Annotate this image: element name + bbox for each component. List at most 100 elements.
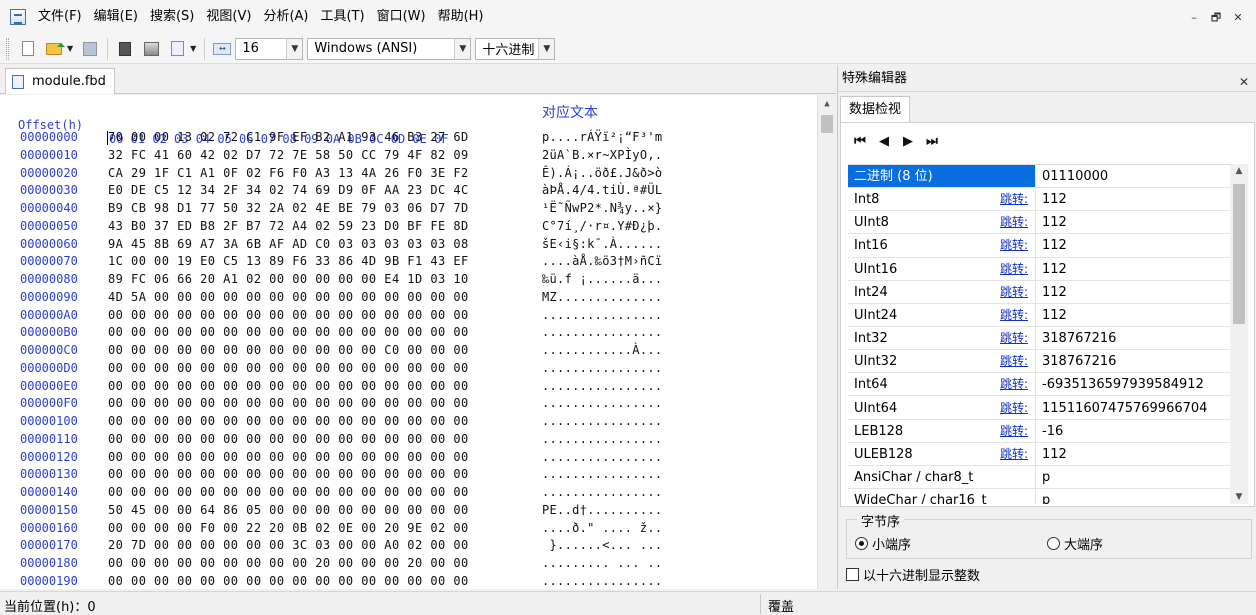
inspector-row[interactable]: 二进制 (8 位) 01110000 xyxy=(848,165,1230,189)
row-bytes[interactable]: 1C 00 00 19 E0 C5 13 89 F6 33 86 4D 9B F… xyxy=(108,253,469,271)
jump-link[interactable]: 跳转: xyxy=(1000,420,1036,442)
hex-row[interactable]: 000000C0 00 00 00 00 00 00 00 00 00 00 00… xyxy=(0,342,815,360)
inspector-row[interactable]: LEB128 跳转: -16 xyxy=(848,419,1230,443)
row-text[interactable]: ................ xyxy=(542,573,662,589)
menu-file[interactable]: 文件(F) xyxy=(32,0,88,34)
last-icon[interactable]: ⏭ xyxy=(923,133,941,151)
offset-base-select[interactable]: 十六进制 ▼ xyxy=(475,37,556,60)
inspector-row[interactable]: UInt64 跳转: 11511607475769966704 xyxy=(848,396,1230,420)
hex-row[interactable]: 000000D0 00 00 00 00 00 00 00 00 00 00 00… xyxy=(0,360,815,378)
scroll-thumb[interactable] xyxy=(1233,184,1245,324)
row-text[interactable]: p....rÁŸï²¡“F³'m xyxy=(542,129,662,147)
hex-integer-checkbox[interactable]: 以十六进制显示整数 xyxy=(846,565,980,584)
row-text[interactable]: ................ xyxy=(542,324,662,342)
row-text[interactable]: ................ xyxy=(542,431,662,449)
jump-link[interactable]: 跳转: xyxy=(1000,443,1036,465)
tab-module-fbd[interactable]: module.fbd xyxy=(5,68,115,94)
hex-row[interactable]: 00000190 00 00 00 00 00 00 00 00 00 00 00… xyxy=(0,573,815,589)
jump-link[interactable]: 跳转: xyxy=(1000,327,1036,349)
hex-row[interactable]: 00000090 4D 5A 00 00 00 00 00 00 00 00 00… xyxy=(0,289,815,307)
first-icon[interactable]: ⏮ xyxy=(851,133,869,151)
hex-row[interactable]: 00000080 89 FC 06 66 20 A1 02 00 00 00 00… xyxy=(0,271,815,289)
row-text[interactable]: C°7í¸/·r¤.Y#Ð¿þ. xyxy=(542,218,662,236)
row-bytes[interactable]: 00 00 00 00 00 00 00 00 00 00 00 00 00 0… xyxy=(108,484,469,502)
row-text[interactable]: 2üA`B.×r~XPÌyO‚. xyxy=(542,147,662,165)
big-endian-radio[interactable]: 大端序 xyxy=(1047,534,1103,553)
open-dropdown-icon[interactable]: ▼ xyxy=(67,44,73,53)
inspector-value[interactable]: 318767216 xyxy=(1042,350,1116,373)
jump-link[interactable]: 跳转: xyxy=(1000,373,1036,395)
row-bytes[interactable]: CA 29 1F C1 A1 0F 02 F6 F0 A3 13 4A 26 F… xyxy=(108,165,469,183)
copy-button[interactable] xyxy=(141,39,161,59)
paste-dropdown-icon[interactable]: ▼ xyxy=(190,44,196,53)
new-file-button[interactable] xyxy=(18,39,38,59)
row-text[interactable]: ................ xyxy=(542,413,662,431)
inspector-row[interactable]: Int16 跳转: 112 xyxy=(848,234,1230,258)
hex-row[interactable]: 00000100 00 00 00 00 00 00 00 00 00 00 00… xyxy=(0,413,815,431)
row-text[interactable]: ................ xyxy=(542,307,662,325)
row-text[interactable]: šE‹i§:k¯.À...... xyxy=(542,236,662,254)
row-bytes[interactable]: 00 00 00 00 00 00 00 00 00 00 00 00 00 0… xyxy=(108,307,469,325)
inspector-value[interactable]: 112 xyxy=(1042,234,1067,257)
menu-view[interactable]: 视图(V) xyxy=(200,0,257,34)
jump-link[interactable]: 跳转: xyxy=(1000,350,1036,372)
hex-row[interactable]: 000000B0 00 00 00 00 00 00 00 00 00 00 00… xyxy=(0,324,815,342)
row-text[interactable]: ................ xyxy=(542,466,662,484)
inspector-row[interactable]: UInt32 跳转: 318767216 xyxy=(848,350,1230,374)
inspector-value[interactable]: 112 xyxy=(1042,281,1067,304)
chevron-down-icon[interactable]: ▼ xyxy=(454,38,471,59)
inspector-row[interactable]: UInt8 跳转: 112 xyxy=(848,211,1230,235)
encoding-select[interactable]: Windows (ANSI) ▼ xyxy=(307,37,472,60)
row-bytes[interactable]: E0 DE C5 12 34 2F 34 02 74 69 D9 0F AA 2… xyxy=(108,182,469,200)
inspector-row[interactable]: Int64 跳转: -6935136597939584912 xyxy=(848,373,1230,397)
scroll-thumb[interactable] xyxy=(821,115,833,133)
inspector-value[interactable]: 112 xyxy=(1042,211,1067,234)
inspector-row[interactable]: UInt24 跳转: 112 xyxy=(848,303,1230,328)
close-icon[interactable]: ✕ xyxy=(1230,10,1246,26)
row-text[interactable]: ................ xyxy=(542,484,662,502)
menu-edit[interactable]: 编辑(E) xyxy=(88,0,144,34)
minimize-icon[interactable]: – xyxy=(1186,10,1202,26)
row-text[interactable]: àÞÅ.4/4.tiÙ.ª#ÜL xyxy=(542,182,662,200)
row-bytes[interactable]: B9 CB 98 D1 77 50 32 2A 02 4E BE 79 03 0… xyxy=(108,200,469,218)
inspector-scrollbar[interactable]: ▲ ▼ xyxy=(1230,164,1248,504)
hex-row[interactable]: 00000110 00 00 00 00 00 00 00 00 00 00 00… xyxy=(0,431,815,449)
row-text[interactable]: ......... ... .. xyxy=(542,555,662,573)
menu-help[interactable]: 帮助(H) xyxy=(432,0,490,34)
row-bytes[interactable]: 00 00 00 00 00 00 00 00 00 00 00 00 00 0… xyxy=(108,324,469,342)
edit-mode[interactable]: 覆盖 xyxy=(768,596,794,615)
row-bytes[interactable]: 00 00 00 00 F0 00 22 20 0B 02 0E 00 20 9… xyxy=(108,520,469,538)
menu-tools[interactable]: 工具(T) xyxy=(314,0,370,34)
hex-row[interactable]: 00000050 43 B0 37 ED B8 2F B7 72 A4 02 59… xyxy=(0,218,815,236)
hex-row[interactable]: 00000030 E0 DE C5 12 34 2F 34 02 74 69 D9… xyxy=(0,182,815,200)
chevron-down-icon[interactable]: ▼ xyxy=(286,38,303,59)
row-text[interactable]: Ê).Á¡..öð£.J&ð>ò xyxy=(542,165,662,183)
row-text[interactable]: MZ.............. xyxy=(542,289,662,307)
menu-window[interactable]: 窗口(W) xyxy=(371,0,432,34)
row-bytes[interactable]: 00 00 00 00 00 00 00 00 00 00 00 00 00 0… xyxy=(108,413,469,431)
row-text[interactable]: PE..d†.......... xyxy=(542,502,662,520)
next-icon[interactable]: ▶ xyxy=(899,133,917,151)
row-bytes[interactable]: 00 00 00 00 00 00 00 00 00 00 00 00 00 0… xyxy=(108,360,469,378)
hex-row[interactable]: 000000A0 00 00 00 00 00 00 00 00 00 00 00… xyxy=(0,307,815,325)
inspector-value[interactable]: 112 xyxy=(1042,258,1067,281)
row-text[interactable]: ................ xyxy=(542,360,662,378)
jump-link[interactable]: 跳转: xyxy=(1000,397,1036,419)
hex-row[interactable]: 00000120 00 00 00 00 00 00 00 00 00 00 00… xyxy=(0,449,815,467)
jump-link[interactable]: 跳转: xyxy=(1000,211,1036,233)
inspector-value[interactable]: -6935136597939584912 xyxy=(1042,373,1204,396)
scroll-up-icon[interactable]: ▲ xyxy=(1230,166,1248,176)
inspector-value[interactable]: p xyxy=(1042,489,1050,504)
hex-rows[interactable]: 00000000 70 00 00 13 02 72 C1 9F EF B2 A1… xyxy=(0,129,815,589)
hex-row[interactable]: 00000000 70 00 00 13 02 72 C1 9F EF B2 A1… xyxy=(0,129,815,147)
hex-row[interactable]: 00000130 00 00 00 00 00 00 00 00 00 00 00… xyxy=(0,466,815,484)
row-text[interactable]: ‰ü.f ¡......ä... xyxy=(542,271,662,289)
hex-row[interactable]: 000000E0 00 00 00 00 00 00 00 00 00 00 00… xyxy=(0,378,815,396)
menu-search[interactable]: 搜索(S) xyxy=(144,0,200,34)
hex-row[interactable]: 00000180 00 00 00 00 00 00 00 00 00 20 00… xyxy=(0,555,815,573)
inspector-row[interactable]: Int24 跳转: 112 xyxy=(848,280,1230,304)
menu-analysis[interactable]: 分析(A) xyxy=(257,0,314,34)
row-bytes[interactable]: 4D 5A 00 00 00 00 00 00 00 00 00 00 00 0… xyxy=(108,289,469,307)
hex-scrollbar[interactable]: ▲ xyxy=(817,95,836,589)
row-bytes[interactable]: 32 FC 41 60 42 02 D7 72 7E 58 50 CC 79 4… xyxy=(108,147,469,165)
